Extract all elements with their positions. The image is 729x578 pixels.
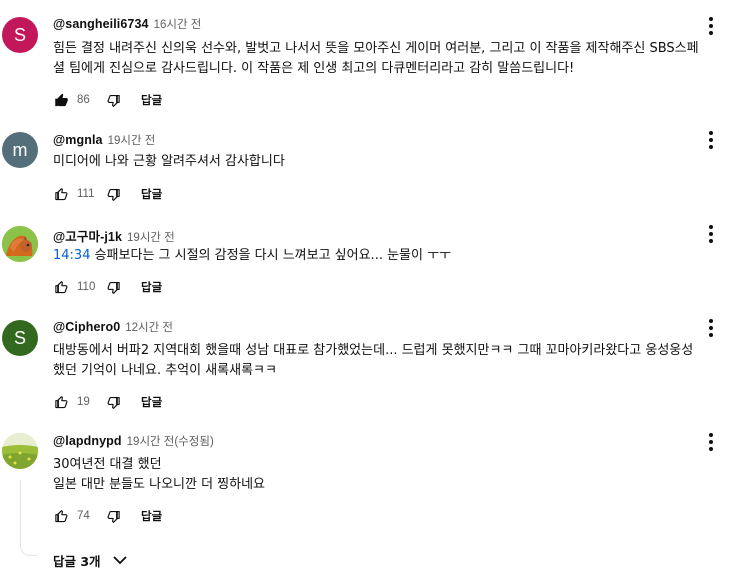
comment-actions: 74 답글 bbox=[53, 506, 162, 526]
avatar[interactable]: S bbox=[2, 320, 38, 356]
reply-button[interactable]: 답글 bbox=[141, 508, 162, 524]
like-button[interactable] bbox=[53, 508, 69, 524]
comment-header: @lapdnypd 19시간 전(수정됨) bbox=[53, 433, 214, 451]
comment-header: @고구마-j1k 19시간 전 bbox=[53, 226, 175, 244]
comment-text-line: 대방동에서 버파2 지역대회 했을때 성남 대표로 참가했었는데... 드럽게 … bbox=[53, 343, 694, 358]
comment-text: 30여년전 대결 했던 일본 대만 분들도 나오니깐 더 찡하네요 bbox=[53, 455, 713, 495]
like-count: 74 bbox=[77, 510, 90, 522]
avatar[interactable] bbox=[2, 433, 38, 469]
dislike-button[interactable] bbox=[105, 92, 121, 108]
comment-text-line: 일본 대만 분들도 나오니깐 더 찡하네요 bbox=[53, 477, 266, 492]
comment-text-line: 셜 팀에게 진심으로 감사드립니다. 이 작품은 제 인생 최고의 다큐멘터리라… bbox=[53, 61, 575, 76]
comment-text-rest: 승패보다는 그 시절의 감정을 다시 느껴보고 싶어요... 눈물이 ㅜㅜ bbox=[90, 248, 452, 263]
thumbs-down-icon bbox=[107, 94, 120, 107]
more-actions-button[interactable] bbox=[703, 130, 719, 150]
more-actions-button[interactable] bbox=[703, 16, 719, 36]
dislike-button[interactable] bbox=[105, 279, 121, 295]
reply-button[interactable]: 답글 bbox=[141, 92, 162, 108]
comment-text-line: 30여년전 대결 했던 bbox=[53, 457, 162, 472]
comment-header: @Ciphero0 12시간 전 bbox=[53, 319, 173, 337]
more-actions-button[interactable] bbox=[703, 432, 719, 452]
comment-text: 14:34 승패보다는 그 시절의 감정을 다시 느껴보고 싶어요... 눈물이… bbox=[53, 246, 713, 266]
like-count: 86 bbox=[77, 94, 90, 106]
more-actions-button[interactable] bbox=[703, 318, 719, 338]
author-name[interactable]: @Ciphero0 bbox=[53, 320, 120, 334]
comment-text: 대방동에서 버파2 지역대회 했을때 성남 대표로 참가했었는데... 드럽게 … bbox=[53, 341, 713, 381]
like-count: 19 bbox=[77, 396, 90, 408]
thread-connector-line bbox=[20, 480, 38, 556]
comment-actions: 110 답글 bbox=[53, 277, 162, 297]
like-button[interactable] bbox=[53, 186, 69, 202]
dislike-button[interactable] bbox=[105, 186, 121, 202]
avatar-letter: S bbox=[13, 24, 26, 45]
author-name[interactable]: @mgnla bbox=[53, 133, 103, 147]
timestamp-link[interactable]: 14:34 bbox=[53, 248, 90, 263]
like-button[interactable] bbox=[53, 92, 69, 108]
view-replies-button[interactable]: 답글 3개 bbox=[53, 551, 129, 570]
author-name[interactable]: @sangheili6734 bbox=[53, 17, 149, 31]
thumbs-up-icon bbox=[54, 395, 67, 408]
thumbs-down-icon bbox=[107, 396, 120, 409]
comment-time[interactable]: 12시간 전 bbox=[125, 319, 173, 335]
author-name[interactable]: @lapdnypd bbox=[53, 434, 122, 448]
comment-time[interactable]: 19시간 전 bbox=[108, 132, 156, 148]
comment-text-line: 미디어에 나와 근황 알려주셔서 감사합니다 bbox=[53, 154, 285, 169]
thumbs-down-icon bbox=[107, 510, 120, 523]
comment-actions: 19 답글 bbox=[53, 392, 162, 412]
comment-text: 미디어에 나와 근황 알려주셔서 감사합니다 bbox=[53, 152, 713, 172]
like-button[interactable] bbox=[53, 394, 69, 410]
comment-time[interactable]: 19시간 전 bbox=[127, 229, 175, 245]
comment-text-line: 했던 기억이 나네요. 추억이 새록새록ㅋㅋ bbox=[53, 363, 277, 378]
dislike-button[interactable] bbox=[105, 394, 121, 410]
thumbs-up-icon bbox=[54, 509, 67, 522]
thumbs-up-icon bbox=[54, 187, 67, 200]
reply-button[interactable]: 답글 bbox=[141, 394, 162, 410]
comment-actions: 86 답글 bbox=[53, 90, 162, 110]
like-count: 111 bbox=[77, 188, 95, 200]
reply-button[interactable]: 답글 bbox=[141, 279, 162, 295]
thumbs-up-icon bbox=[54, 280, 67, 293]
squirrel-avatar-image bbox=[2, 226, 38, 262]
reply-button[interactable]: 답글 bbox=[141, 186, 162, 202]
avatar-letter: m bbox=[12, 139, 28, 160]
avatar-letter: S bbox=[13, 327, 26, 348]
more-actions-button[interactable] bbox=[703, 224, 719, 244]
comment-actions: 111 답글 bbox=[53, 184, 162, 204]
comment-time[interactable]: 16시간 전 bbox=[154, 16, 202, 32]
comment-text: 힘든 결정 내려주신 신의욱 선수와, 발벗고 나서서 뜻을 모아주신 게이머 … bbox=[53, 39, 713, 79]
chevron-down-icon bbox=[112, 555, 129, 567]
author-name[interactable]: @고구마-j1k bbox=[53, 226, 122, 245]
like-count: 110 bbox=[77, 281, 96, 293]
comment-header: @mgnla 19시간 전 bbox=[53, 132, 155, 150]
field-avatar-image bbox=[2, 433, 38, 469]
replies-count-label: 답글 3개 bbox=[53, 554, 101, 569]
comment-header: @sangheili6734 16시간 전 bbox=[53, 16, 201, 34]
comment-text-line: 힘든 결정 내려주신 신의욱 선수와, 발벗고 나서서 뜻을 모아주신 게이머 … bbox=[53, 41, 699, 56]
thumbs-up-filled-icon bbox=[54, 93, 68, 106]
thumbs-down-icon bbox=[107, 188, 120, 201]
comment-time[interactable]: 19시간 전(수정됨) bbox=[127, 433, 214, 449]
avatar[interactable]: m bbox=[2, 132, 38, 168]
dislike-button[interactable] bbox=[105, 508, 121, 524]
thumbs-down-icon bbox=[107, 281, 120, 294]
avatar[interactable]: S bbox=[2, 17, 38, 53]
avatar[interactable] bbox=[2, 226, 38, 262]
like-button[interactable] bbox=[53, 279, 69, 295]
comment-text-line: 14:34 승패보다는 그 시절의 감정을 다시 느껴보고 싶어요... 눈물이… bbox=[53, 246, 713, 266]
